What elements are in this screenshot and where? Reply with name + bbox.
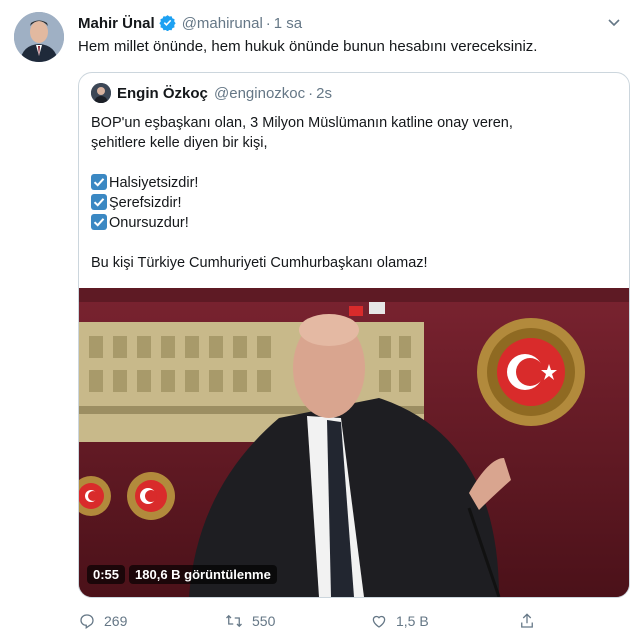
video-views: 180,6 B görüntülenme bbox=[129, 565, 277, 584]
separator: · bbox=[265, 15, 271, 32]
tweet-actions: 269 550 1,5 B bbox=[0, 612, 640, 632]
quoted-tweet-text: BOP'un eşbaşkanı olan, 3 Milyon Müslüman… bbox=[91, 113, 611, 273]
chevron-down-icon[interactable] bbox=[606, 14, 622, 30]
check-item-label: Şerefsizdir! bbox=[109, 195, 182, 211]
video-overlay: 0:55 180,6 B görüntülenme bbox=[87, 565, 281, 585]
check-item: Halsiyetsizdir! bbox=[91, 173, 611, 193]
quoted-text-line: Bu kişi Türkiye Cumhuriyeti Cumhurbaşkan… bbox=[91, 255, 428, 271]
reply-count: 269 bbox=[104, 613, 128, 629]
video-player[interactable]: 0:55 180,6 B görüntülenme bbox=[79, 288, 629, 597]
quoted-time[interactable]: 2s bbox=[316, 85, 332, 102]
quoted-author-name[interactable]: Engin Özkoç bbox=[117, 85, 208, 102]
tweet-time[interactable]: 1 sa bbox=[274, 15, 302, 32]
like-count: 1,5 B bbox=[396, 613, 429, 629]
check-item: Onursuzdur! bbox=[91, 213, 611, 233]
quoted-tweet-header: Engin Özkoç @enginozkoc · 2s bbox=[91, 83, 332, 105]
author-handle[interactable]: @mahirunal bbox=[182, 15, 263, 32]
check-mark-icon bbox=[91, 194, 107, 210]
avatar-photo bbox=[14, 12, 64, 62]
tweet[interactable]: Mahir Ünal @mahirunal · 1 sa Hem millet önü… bbox=[0, 0, 640, 636]
retweet-icon bbox=[226, 614, 242, 628]
reply-button[interactable]: 269 bbox=[78, 612, 127, 632]
separator: · bbox=[308, 85, 314, 102]
share-button[interactable] bbox=[518, 612, 544, 632]
check-item-label: Halsiyetsizdir! bbox=[109, 175, 199, 191]
quoted-avatar[interactable] bbox=[91, 83, 111, 103]
like-button[interactable]: 1,5 B bbox=[370, 612, 429, 632]
reply-icon bbox=[80, 614, 94, 629]
video-duration: 0:55 bbox=[87, 565, 126, 584]
retweet-count: 550 bbox=[252, 613, 276, 629]
quoted-tweet[interactable]: Engin Özkoç @enginozkoc · 2s BOP'un eşbaşk… bbox=[78, 72, 630, 598]
check-item: Şerefsizdir! bbox=[91, 193, 611, 213]
video-thumbnail bbox=[79, 288, 629, 597]
quoted-text-line: BOP'un eşbaşkanı olan, 3 Milyon Müslüman… bbox=[91, 115, 513, 131]
heart-icon bbox=[372, 615, 386, 628]
check-mark-icon bbox=[91, 174, 107, 190]
check-item-label: Onursuzdur! bbox=[109, 215, 189, 231]
author-name[interactable]: Mahir Ünal bbox=[78, 15, 155, 32]
share-icon bbox=[521, 613, 533, 628]
quoted-author-handle[interactable]: @enginozkoc bbox=[214, 85, 305, 102]
tweet-header: Mahir Ünal @mahirunal · 1 sa bbox=[78, 14, 302, 34]
check-mark-icon bbox=[91, 214, 107, 230]
tweet-text: Hem millet önünde, hem hukuk önünde bunu… bbox=[78, 38, 538, 55]
verified-badge-icon bbox=[159, 14, 176, 35]
retweet-button[interactable]: 550 bbox=[224, 612, 275, 632]
quoted-text-line: şehitlere kelle diyen bir kişi, bbox=[91, 135, 268, 151]
avatar[interactable] bbox=[14, 12, 64, 62]
